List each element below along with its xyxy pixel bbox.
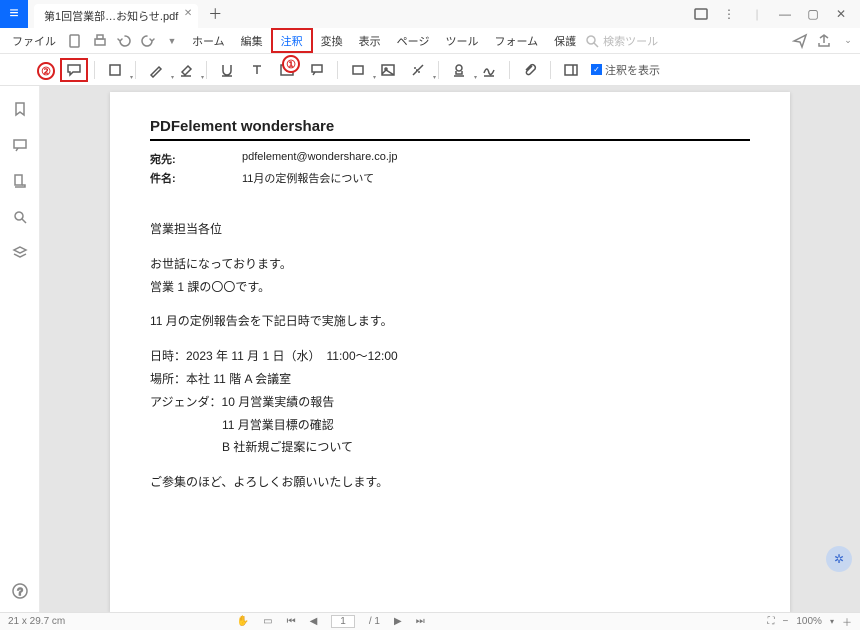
separator xyxy=(135,61,136,79)
menu-tool[interactable]: ツール xyxy=(437,28,486,53)
page-dimensions: 21 x 29.7 cm xyxy=(8,616,65,627)
subject-value: 11月の定例報告会について xyxy=(242,170,374,186)
zoom-value[interactable]: 100% xyxy=(796,616,822,627)
titlebar: ≡ 第1回営業部…お知らせ.pdf ✕ ＋ ⋮ | ― ▢ ✕ xyxy=(0,0,860,28)
maximize-button[interactable]: ▢ xyxy=(800,3,826,25)
pencil-tool[interactable]: ▾ xyxy=(142,58,170,82)
close-icon[interactable]: ✕ xyxy=(184,8,192,19)
annotation-toolbar: ▾ ▾ ▾ ▾ ▾ ▾ ✓ 注釈を表示 xyxy=(0,54,860,86)
zoom-in-icon[interactable]: ＋ xyxy=(842,614,852,629)
last-page-icon[interactable]: ⏭ xyxy=(416,616,425,627)
title-rule xyxy=(150,139,750,141)
document-tab[interactable]: 第1回営業部…お知らせ.pdf ✕ xyxy=(34,4,198,28)
first-page-icon[interactable]: ⏮ xyxy=(287,616,296,627)
fit-width-icon[interactable]: ⛶ xyxy=(768,616,775,627)
chevron-down-icon[interactable]: ⌄ xyxy=(836,29,860,53)
thumbnails-icon[interactable] xyxy=(9,170,31,192)
stamp-tool[interactable]: ▾ xyxy=(445,58,473,82)
note-tool[interactable]: ▾ xyxy=(101,58,129,82)
show-annotations-toggle[interactable]: ✓ 注釈を表示 xyxy=(591,62,660,78)
share-icon[interactable] xyxy=(812,29,836,53)
annotation-panel-tool[interactable] xyxy=(557,58,585,82)
menu-edit[interactable]: 編集 xyxy=(233,28,271,53)
to-label: 宛先: xyxy=(150,151,242,167)
app-icon: ≡ xyxy=(0,0,28,28)
comments-panel-icon[interactable] xyxy=(9,134,31,156)
menu-page[interactable]: ページ xyxy=(389,28,438,53)
scroll-indicator-icon[interactable]: ✲ xyxy=(826,546,852,572)
zoom-out-icon[interactable]: − xyxy=(783,616,789,627)
undo-icon[interactable] xyxy=(112,29,136,53)
bookmark-icon[interactable] xyxy=(9,98,31,120)
separator xyxy=(94,61,95,79)
window-divider: | xyxy=(744,3,770,25)
help-icon[interactable]: ? xyxy=(9,580,31,602)
search-tool[interactable]: 検索ツール xyxy=(584,33,664,49)
select-tool-icon[interactable]: ▭ xyxy=(263,616,272,627)
text-tool[interactable] xyxy=(243,58,271,82)
window-more-icon[interactable]: ⋮ xyxy=(716,3,742,25)
layers-icon[interactable] xyxy=(9,242,31,264)
hand-tool-icon[interactable]: ✋ xyxy=(237,616,249,627)
callout-badge-2: ② xyxy=(37,62,55,80)
prev-page-icon[interactable]: ◀ xyxy=(310,616,318,627)
separator xyxy=(337,61,338,79)
dropdown-icon[interactable]: ▼ xyxy=(160,29,184,53)
send-icon[interactable] xyxy=(788,29,812,53)
page: PDFelement wondershare 宛先:pdfelement@won… xyxy=(110,92,790,612)
rectangle-tool[interactable]: ▾ xyxy=(344,58,372,82)
page-input[interactable]: 1 xyxy=(331,615,355,628)
menu-home[interactable]: ホーム xyxy=(184,28,233,53)
callout-tool[interactable] xyxy=(303,58,331,82)
menu-protect[interactable]: 保護 xyxy=(546,28,584,53)
attach-tool[interactable] xyxy=(516,58,544,82)
menubar: ファイル ▼ ホーム 編集 注釈 変換 表示 ページ ツール フォーム 保護 検… xyxy=(0,28,860,54)
doc-body: 営業担当各位 お世話になっております。営業 1 課の〇〇です。 11 月の定例報… xyxy=(150,218,750,494)
chevron-down-icon[interactable]: ▾ xyxy=(830,617,834,626)
menu-convert[interactable]: 変換 xyxy=(313,28,351,53)
checkbox-icon: ✓ xyxy=(591,64,602,75)
menu-view[interactable]: 表示 xyxy=(351,28,389,53)
image-tool[interactable] xyxy=(374,58,402,82)
left-sidebar: ? xyxy=(0,86,40,612)
open-icon[interactable] xyxy=(64,29,88,53)
doc-title: PDFelement wondershare xyxy=(150,118,750,135)
document-canvas[interactable]: PDFelement wondershare 宛先:pdfelement@won… xyxy=(40,86,860,612)
next-page-icon[interactable]: ▶ xyxy=(394,616,402,627)
comment-tool[interactable] xyxy=(60,58,88,82)
signature-tool[interactable] xyxy=(475,58,503,82)
print-icon[interactable] xyxy=(88,29,112,53)
subject-label: 件名: xyxy=(150,170,242,186)
separator xyxy=(509,61,510,79)
svg-text:?: ? xyxy=(17,587,23,598)
underline-tool[interactable] xyxy=(213,58,241,82)
menu-annotate[interactable]: 注釈 xyxy=(271,28,313,53)
statusbar: 21 x 29.7 cm ✋ ▭ ⏮ ◀ 1 / 1 ▶ ⏭ ⛶ − 100% … xyxy=(0,612,860,630)
redo-icon[interactable] xyxy=(136,29,160,53)
search-icon xyxy=(584,33,600,49)
close-button[interactable]: ✕ xyxy=(828,3,854,25)
separator xyxy=(438,61,439,79)
callout-badge-1: ① xyxy=(282,55,300,73)
separator xyxy=(550,61,551,79)
menu-file[interactable]: ファイル xyxy=(4,28,64,53)
to-value: pdfelement@wondershare.co.jp xyxy=(242,151,397,167)
separator xyxy=(206,61,207,79)
minimize-button[interactable]: ― xyxy=(772,3,798,25)
window-share-icon[interactable] xyxy=(688,3,714,25)
search-panel-icon[interactable] xyxy=(9,206,31,228)
eraser-tool[interactable]: ▾ xyxy=(172,58,200,82)
page-total: / 1 xyxy=(369,616,380,627)
measure-tool[interactable]: ▾ xyxy=(404,58,432,82)
main-area: ? PDFelement wondershare 宛先:pdfelement@w… xyxy=(0,86,860,612)
tab-title: 第1回営業部…お知らせ.pdf xyxy=(44,8,178,24)
menu-form[interactable]: フォーム xyxy=(486,28,546,53)
add-tab-button[interactable]: ＋ xyxy=(208,4,222,24)
